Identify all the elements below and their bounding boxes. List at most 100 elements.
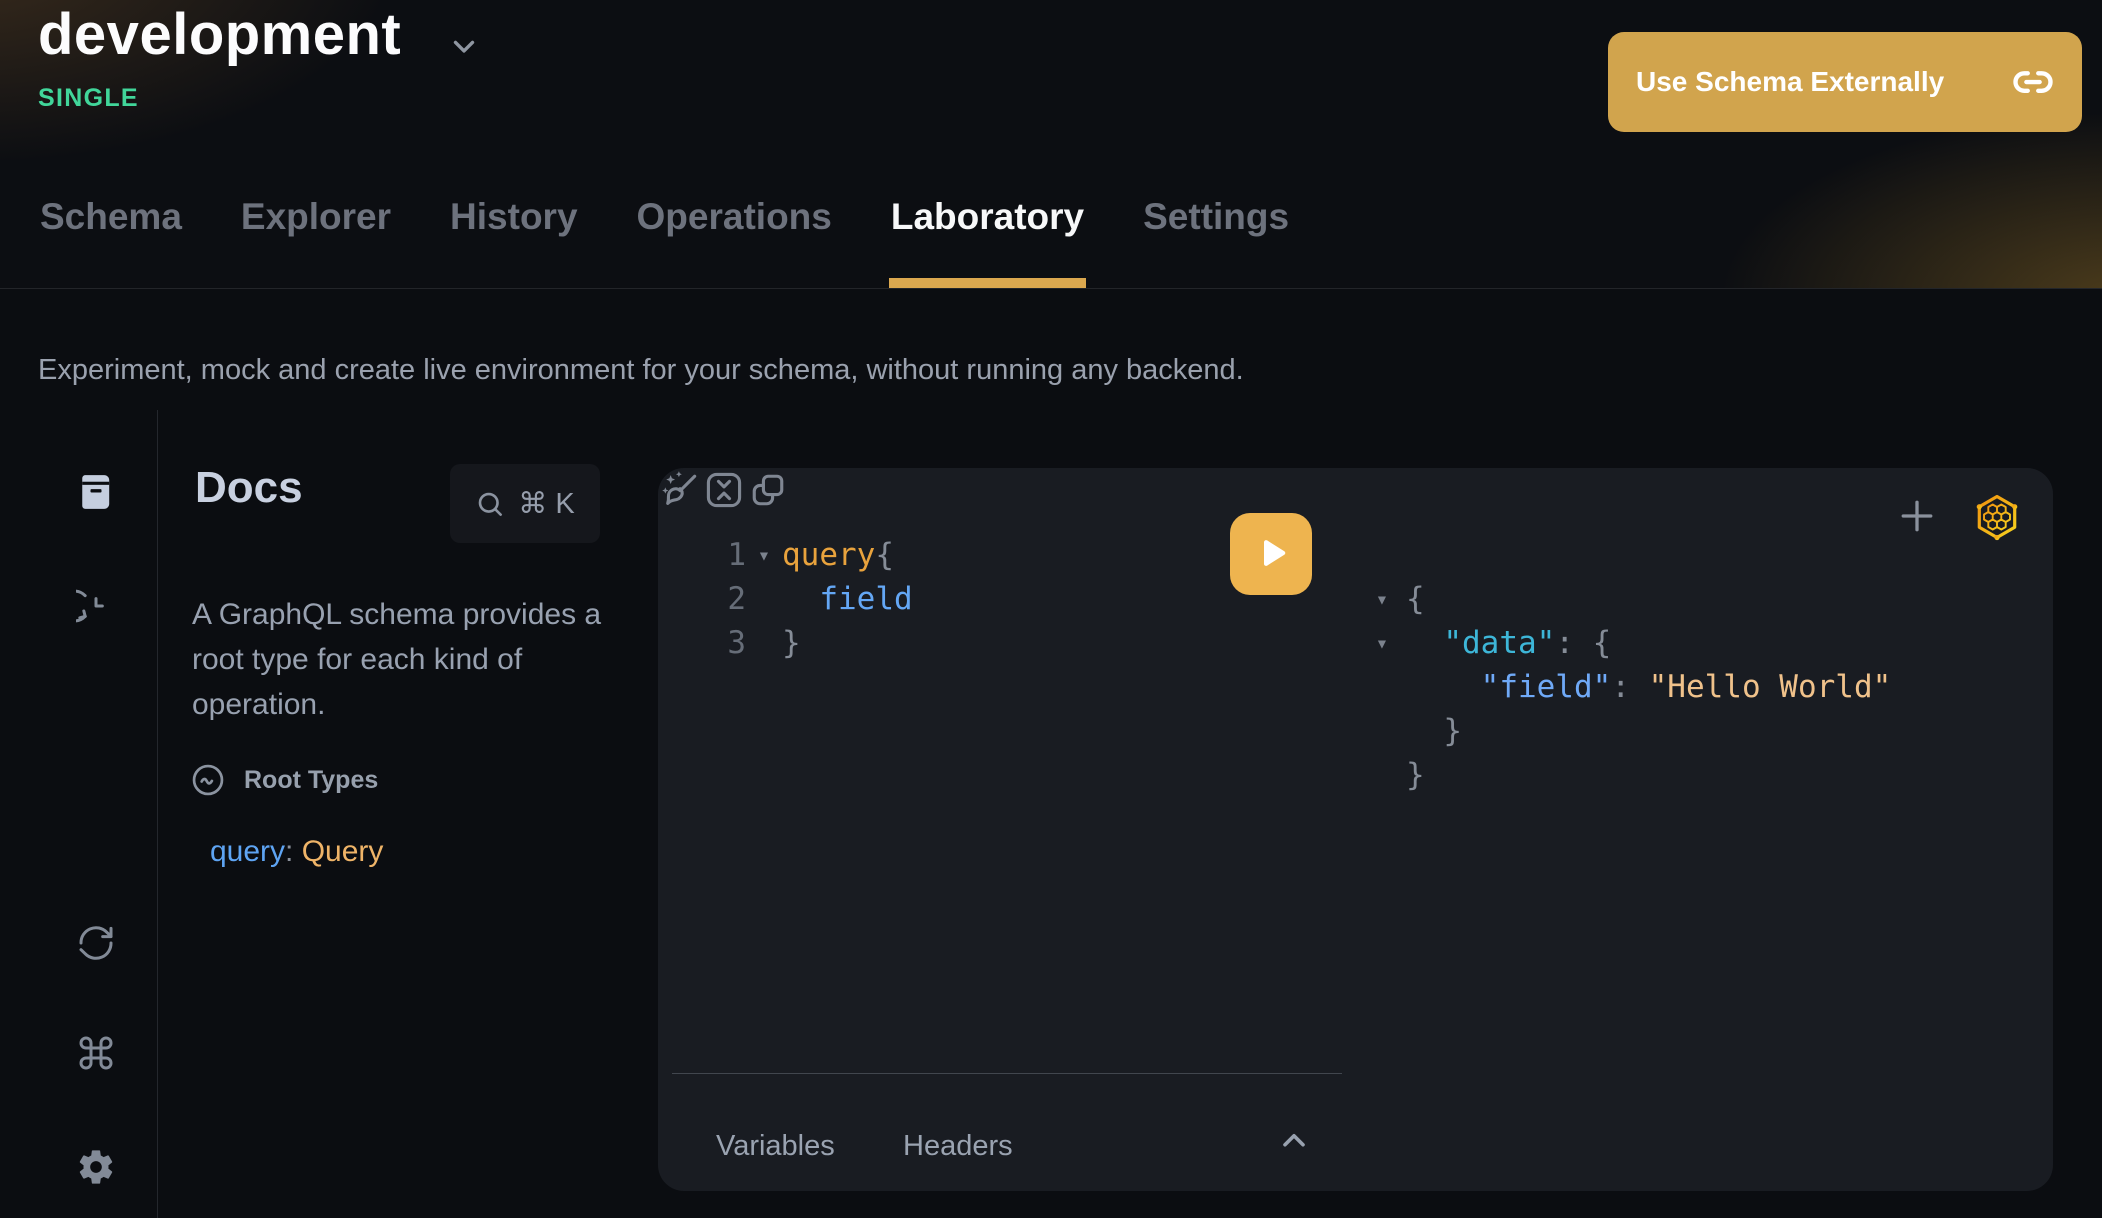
docs-title: Docs [195, 462, 303, 514]
fold-toggle-icon[interactable]: ▾ [1358, 587, 1406, 611]
code-tokens: "data": { [1406, 625, 1611, 661]
sidebar-keyboard-shortcuts-icon[interactable] [74, 1031, 118, 1075]
tab-label: Operations [637, 196, 832, 237]
search-shortcut: ⌘ K [518, 486, 574, 521]
fold-toggle-icon[interactable]: ▾ [746, 543, 782, 567]
root-types-section-header: Root Types [190, 762, 378, 798]
tab-label: History [450, 196, 577, 237]
sidebar-settings-icon[interactable] [74, 1145, 118, 1189]
code-token: } [1406, 713, 1462, 749]
code-token: "Hello World" [1649, 669, 1892, 705]
root-type-icon [190, 762, 226, 798]
tab-label: Explorer [241, 196, 391, 237]
target-mode-badge: SINGLE [38, 84, 139, 113]
fold-toggle-icon[interactable]: ▾ [1358, 631, 1406, 655]
page-subtitle: Experiment, mock and create live environ… [38, 350, 1244, 390]
page-title: development [38, 0, 401, 70]
line-number: 2 [658, 581, 746, 617]
copy-query-icon-button[interactable] [746, 468, 790, 512]
sidebar-refresh-schema-icon[interactable] [74, 921, 118, 965]
editor-bottom-divider [672, 1073, 1342, 1074]
query-editor[interactable]: 1▾query{2 field3} [658, 533, 1318, 665]
code-tokens: field [782, 581, 913, 617]
bottom-tab-variables[interactable]: Variables [716, 1130, 835, 1163]
prettify-icon [658, 500, 702, 515]
hive-logo-icon [1973, 493, 2021, 541]
tab-operations[interactable]: Operations [635, 196, 834, 288]
code-line[interactable]: 3} [658, 621, 1318, 665]
use-schema-externally-label: Use Schema Externally [1636, 66, 1944, 98]
code-token: query [782, 537, 875, 573]
code-tokens: { [1406, 581, 1425, 617]
docs-description: A GraphQL schema provides a root type fo… [192, 592, 612, 727]
tab-history[interactable]: History [448, 196, 579, 288]
root-type-field-link[interactable]: query [210, 835, 285, 868]
merge-fragments-icon [702, 500, 746, 515]
code-token: } [782, 625, 801, 661]
root-types-list: query: Query [210, 832, 383, 872]
search-icon [475, 489, 505, 519]
code-token: field [782, 581, 913, 617]
active-tab-underline [889, 278, 1086, 288]
root-type-row: query: Query [210, 832, 383, 872]
code-token [1406, 669, 1481, 705]
play-icon [1250, 532, 1292, 577]
editor-toolbar [658, 468, 790, 517]
code-token: "field" [1481, 669, 1612, 705]
code-line[interactable]: } [1358, 709, 1891, 753]
code-line[interactable]: 2 field [658, 577, 1318, 621]
code-token: { [875, 537, 894, 573]
tab-label: Laboratory [891, 196, 1084, 237]
app-header: development SINGLE Use Schema Externally… [0, 0, 2102, 289]
tab-label: Settings [1143, 196, 1289, 237]
code-line[interactable]: } [1358, 753, 1891, 797]
chevron-down-icon[interactable] [447, 29, 481, 63]
code-token: { [1593, 625, 1612, 661]
plus-icon [1895, 526, 1939, 541]
code-tokens: } [1406, 713, 1462, 749]
execute-query-button[interactable] [1230, 513, 1312, 595]
add-tab-button[interactable] [1895, 494, 1939, 538]
code-token: } [1406, 757, 1425, 793]
code-token: : [1611, 669, 1648, 705]
code-line[interactable]: "field": "Hello World" [1358, 665, 1891, 709]
sidebar-history-icon[interactable] [74, 584, 118, 628]
graphiql-panel: 1▾query{2 field3} ▾{▾ "data": { "field":… [658, 468, 2053, 1191]
response-viewer: ▾{▾ "data": { "field": "Hello World" }} [1358, 577, 1891, 797]
root-type-separator: : [285, 835, 302, 868]
line-number: 3 [658, 625, 746, 661]
chevron-up-icon [1276, 1147, 1312, 1162]
code-line[interactable]: ▾{ [1358, 577, 1891, 621]
tab-explorer[interactable]: Explorer [239, 196, 393, 288]
code-token: "data" [1443, 625, 1555, 661]
tab-laboratory[interactable]: Laboratory [889, 196, 1086, 288]
merge-fragments-icon-button[interactable] [702, 468, 746, 512]
code-line[interactable]: 1▾query{ [658, 533, 1318, 577]
tab-settings[interactable]: Settings [1141, 196, 1291, 288]
prettify-icon-button[interactable] [658, 468, 702, 512]
main-nav-tabs: Schema Explorer History Operations Laborator… [38, 196, 1291, 288]
code-line[interactable]: ▾ "data": { [1358, 621, 1891, 665]
copy-query-icon [746, 500, 790, 515]
code-tokens: query{ [782, 537, 894, 573]
link-icon [2012, 61, 2054, 103]
laboratory-page: development SINGLE Use Schema Externally… [0, 0, 2102, 1218]
bottom-tab-headers[interactable]: Headers [903, 1130, 1013, 1163]
code-tokens: } [1406, 757, 1425, 793]
docs-panel: Docs ⌘ K A GraphQL schema provides a roo… [157, 410, 660, 1218]
line-number: 1 [658, 537, 746, 573]
code-token: { [1406, 581, 1425, 617]
docs-search-button[interactable]: ⌘ K [450, 464, 600, 543]
icon-rail [0, 410, 158, 1218]
sidebar-docs-icon[interactable] [74, 470, 118, 514]
root-type-type-link[interactable]: Query [302, 835, 384, 868]
code-token: : [1555, 625, 1592, 661]
use-schema-externally-button[interactable]: Use Schema Externally [1608, 32, 2082, 132]
code-tokens: "field": "Hello World" [1406, 669, 1891, 705]
tab-label: Schema [40, 196, 182, 237]
tab-schema[interactable]: Schema [38, 196, 184, 288]
collapse-editor-tools-button[interactable] [1276, 1123, 1312, 1159]
code-token [1406, 625, 1443, 661]
code-tokens: } [782, 625, 801, 661]
root-types-label: Root Types [244, 766, 378, 795]
